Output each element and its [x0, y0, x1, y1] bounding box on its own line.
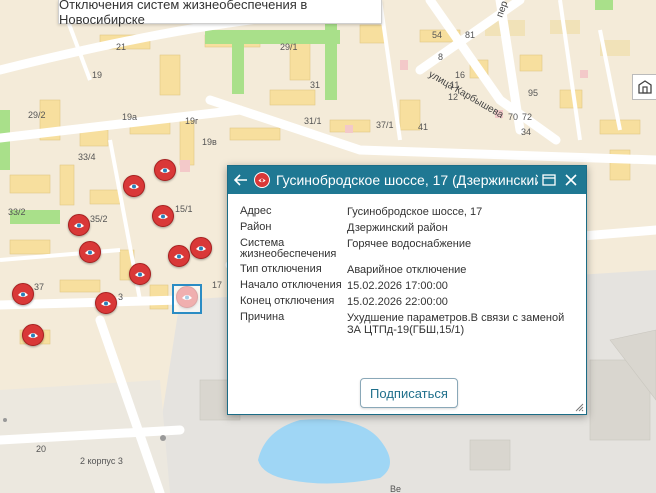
house-number-label: 31 [310, 80, 320, 90]
dock-button[interactable] [540, 171, 558, 189]
house-number-label: 37/1 [376, 120, 394, 130]
house-number-label: 20 [36, 444, 46, 454]
house-number-label: 3 [118, 292, 123, 302]
heating-outage-icon [18, 292, 28, 297]
house-number-label: 15/1 [175, 204, 193, 214]
house-number-label: 16 [455, 70, 465, 80]
subscribe-button[interactable]: Подписаться [360, 378, 458, 408]
selected-marker-highlight[interactable] [172, 284, 202, 314]
dock-window-icon [542, 174, 556, 186]
detail-label: Район [240, 221, 272, 233]
app-title-bar: Отключения систем жизнеобеспечения в Нов… [58, 0, 382, 27]
detail-value: Горячее водоснабжение [347, 238, 472, 250]
app-title: Отключения систем жизнеобеспечения в Нов… [59, 0, 308, 27]
outage-marker[interactable] [79, 241, 101, 263]
house-number-label: 8 [438, 52, 443, 62]
house-number-label: Ве [390, 484, 401, 493]
detail-value: Аварийное отключение [347, 264, 467, 276]
house-number-label: 54 [432, 30, 442, 40]
side-panel-button[interactable] [632, 74, 656, 100]
outage-marker[interactable] [68, 214, 90, 236]
heating-outage-icon [160, 168, 170, 173]
detail-row: Адрес Гусинобродское шоссе, 17 [240, 205, 580, 219]
house-number-label: 19г [185, 116, 199, 126]
house-number-label: 2 корпус 3 [80, 456, 123, 466]
house-number-label: 70 [508, 112, 518, 122]
outage-marker[interactable] [12, 283, 34, 305]
house-number-label: 34 [521, 127, 531, 137]
outage-marker[interactable] [123, 175, 145, 197]
detail-row: Тип отключения Аварийное отключение [240, 263, 580, 277]
close-icon [565, 174, 577, 186]
house-number-label: 72 [522, 112, 532, 122]
house-number-label: 17 [212, 280, 222, 290]
outage-marker[interactable] [190, 237, 212, 259]
detail-row: Система жизнеобеспечения Горячее водоснаб… [240, 238, 580, 260]
outage-marker[interactable] [154, 159, 176, 181]
house-number-label: 37 [34, 282, 44, 292]
building-icon [637, 80, 652, 94]
outage-marker[interactable] [22, 324, 44, 346]
outage-marker[interactable] [129, 263, 151, 285]
detail-label: Конец отключения [240, 295, 335, 307]
heating-outage-icon [129, 184, 139, 189]
heating-outage-icon [101, 301, 111, 306]
heating-outage-icon [174, 254, 184, 259]
detail-label: Адрес [240, 205, 272, 217]
outage-marker[interactable] [152, 205, 174, 227]
detail-row: Причина Ухудшение параметров.В связи с за… [240, 311, 580, 337]
house-number-label: 41 [418, 122, 428, 132]
outage-marker[interactable] [168, 245, 190, 267]
heating-outage-icon [74, 223, 84, 228]
arrow-left-icon [234, 174, 247, 186]
outage-marker[interactable] [95, 292, 117, 314]
detail-value: Дзержинский район [347, 222, 448, 234]
outage-info-popup: Гусинобродское шоссе, 17 (Дзержинский ра… [227, 165, 587, 415]
heating-outage-icon [135, 272, 145, 277]
house-number-label: 31/1 [304, 116, 322, 126]
heating-outage-icon [85, 250, 95, 255]
detail-label: Тип отключения [240, 263, 322, 275]
close-button[interactable] [562, 171, 580, 189]
popup-title: Гусинобродское шоссе, 17 (Дзержинский ра… [276, 172, 538, 188]
detail-value: 15.02.2026 17:00:00 [347, 280, 448, 292]
house-number-label: 29/1 [280, 42, 298, 52]
house-number-label: 95 [528, 88, 538, 98]
resize-handle-icon[interactable] [575, 403, 584, 412]
detail-value: Ухудшение параметров.В связи с заменой З… [347, 312, 565, 336]
heating-outage-icon [254, 172, 270, 188]
detail-value: Гусинобродское шоссе, 17 [347, 206, 483, 218]
house-number-label: 33/2 [8, 207, 26, 217]
house-number-label: 19в [202, 137, 217, 147]
detail-label: Система жизнеобеспечения [240, 237, 337, 260]
back-button[interactable] [228, 166, 254, 194]
detail-row: Район Дзержинский район [240, 221, 580, 235]
house-number-label: 19а [122, 112, 137, 122]
detail-value: 15.02.2026 22:00:00 [347, 296, 448, 308]
house-number-label: 21 [116, 42, 126, 52]
house-number-label: 33/4 [78, 152, 96, 162]
popup-header: Гусинобродское шоссе, 17 (Дзержинский ра… [228, 166, 586, 194]
house-number-label: 29/2 [28, 110, 46, 120]
detail-label: Причина [240, 311, 285, 323]
outage-details: Адрес Гусинобродское шоссе, 17 Район Дзержи… [240, 206, 580, 340]
house-number-label: 19 [92, 70, 102, 80]
detail-label: Начало отключения [240, 279, 342, 291]
heating-outage-icon [158, 214, 168, 219]
house-number-label: 81 [465, 30, 475, 40]
heating-outage-icon [28, 333, 38, 338]
house-number-label: 35/2 [90, 214, 108, 224]
heating-outage-icon [196, 246, 206, 251]
detail-row: Начало отключения 15.02.2026 17:00:00 [240, 279, 580, 293]
detail-row: Конец отключения 15.02.2026 22:00:00 [240, 295, 580, 309]
